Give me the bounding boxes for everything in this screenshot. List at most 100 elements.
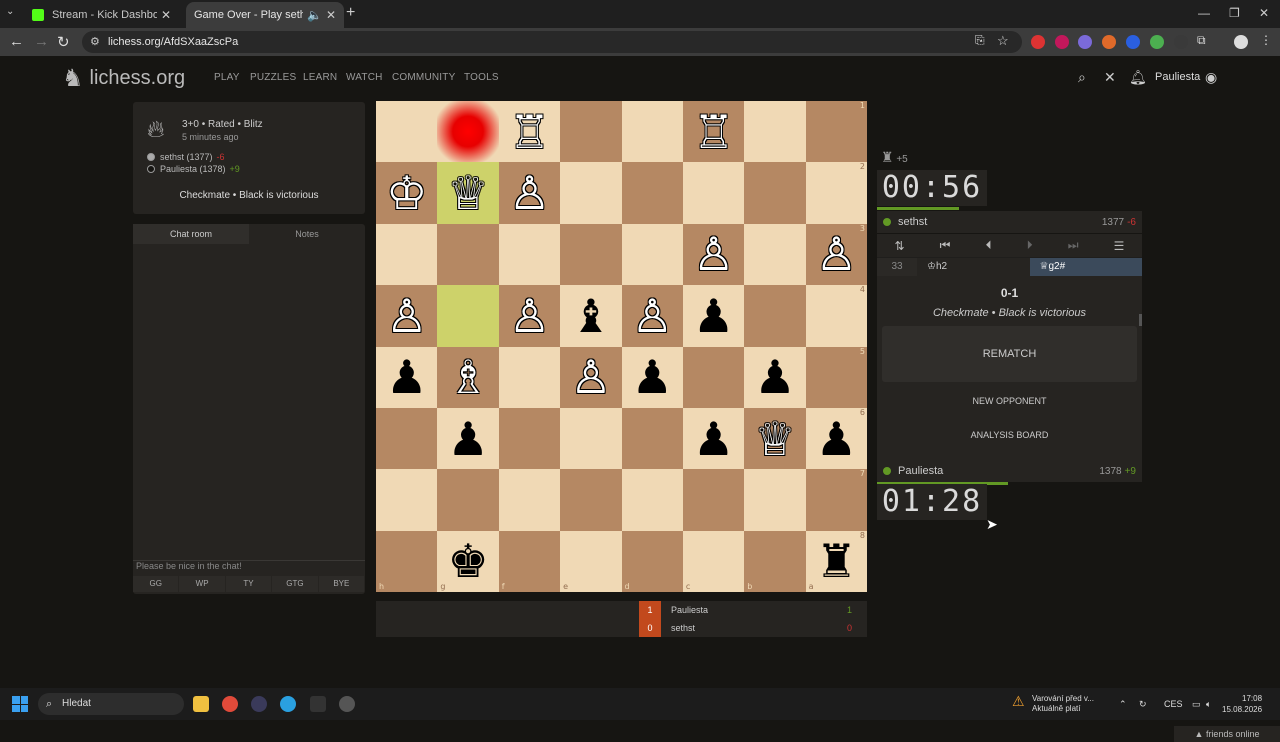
- square-h6[interactable]: [376, 407, 438, 470]
- square-f8[interactable]: f: [498, 530, 561, 592]
- telegram-icon[interactable]: [280, 696, 296, 712]
- square-d4[interactable]: ♙: [621, 285, 683, 347]
- square-g6[interactable]: ♟: [437, 407, 499, 470]
- quick-ty-button[interactable]: TY: [225, 576, 272, 592]
- user-menu[interactable]: Pauliesta: [1155, 71, 1200, 83]
- chess-piece[interactable]: ♕: [447, 170, 488, 216]
- square-f7[interactable]: [498, 469, 561, 531]
- close-tab-icon[interactable]: ✕: [161, 8, 171, 22]
- square-e4[interactable]: ♝: [560, 285, 622, 347]
- square-a2[interactable]: 2: [805, 162, 867, 224]
- quick-gtg-button[interactable]: GTG: [272, 576, 318, 592]
- square-g3[interactable]: [437, 223, 499, 286]
- extension-icon[interactable]: [1126, 35, 1140, 49]
- square-b1[interactable]: [744, 101, 806, 163]
- tab-chat-room[interactable]: Chat room: [133, 224, 249, 244]
- square-c6[interactable]: ♟: [682, 407, 745, 470]
- system-clock[interactable]: 17:08 15.08.2026: [1222, 693, 1262, 715]
- chess-piece[interactable]: ♟: [816, 416, 857, 462]
- square-f1[interactable]: ♖: [498, 101, 561, 163]
- chess-piece[interactable]: ♗: [447, 354, 488, 400]
- chess-piece[interactable]: ♙: [816, 231, 857, 277]
- square-a7[interactable]: 7: [805, 469, 867, 531]
- square-c3[interactable]: ♙: [682, 223, 745, 286]
- windows-start-icon[interactable]: [12, 696, 28, 712]
- chess-piece[interactable]: ♟: [386, 354, 427, 400]
- square-a1[interactable]: 1: [805, 101, 867, 163]
- extension-icon[interactable]: [1150, 35, 1164, 49]
- square-h1[interactable]: [376, 101, 438, 163]
- quick-wp-button[interactable]: WP: [179, 576, 225, 592]
- square-b3[interactable]: [744, 223, 806, 286]
- square-e3[interactable]: [560, 223, 622, 286]
- move-white[interactable]: ♔h2: [917, 258, 1030, 276]
- prev-move-icon[interactable]: ⏴: [986, 238, 992, 253]
- chess-piece[interactable]: ♟: [693, 293, 734, 339]
- chess-piece[interactable]: ♟: [693, 416, 734, 462]
- flip-board-icon[interactable]: ⇅: [895, 239, 905, 253]
- square-e7[interactable]: [560, 469, 622, 531]
- chess-piece[interactable]: ♙: [509, 293, 550, 339]
- square-h7[interactable]: [376, 469, 438, 531]
- nav-learn[interactable]: LEARN: [303, 72, 337, 83]
- friends-online-button[interactable]: ▲ friends online: [1174, 726, 1280, 742]
- chessboard[interactable]: ♖ ♖ 1 ♔ ♕ ♙ 2 ♙ ♙ 3 ♙ ♙ ♝ ♙ ♟ 4 ♟ ♗ ♙ ♟ ♟ 5 ♟ ♟ ♕ ♟ 6 7 h ♚ g f e d c b ♜ 8 a: [376, 101, 867, 592]
- tab-lichess-game[interactable]: Game Over - Play sethst • lichess.org 🔈 …: [186, 2, 344, 28]
- square-c8[interactable]: c: [682, 530, 745, 592]
- move-list-scrollbar[interactable]: [1139, 314, 1142, 326]
- chess-piece[interactable]: ♙: [509, 170, 550, 216]
- rematch-button[interactable]: REMATCH: [882, 326, 1137, 382]
- extension-icon[interactable]: [1055, 35, 1069, 49]
- nav-puzzles[interactable]: PUZZLES: [250, 72, 296, 83]
- square-b8[interactable]: b: [744, 530, 806, 592]
- chess-piece[interactable]: ♖: [693, 109, 734, 155]
- square-h5[interactable]: ♟: [376, 346, 438, 408]
- profile-avatar[interactable]: [1234, 35, 1248, 49]
- close-window-icon[interactable]: ✕: [1259, 6, 1269, 20]
- square-g5[interactable]: ♗: [437, 346, 499, 408]
- square-d2[interactable]: [621, 162, 683, 224]
- square-g7[interactable]: [437, 469, 499, 531]
- tab-notes[interactable]: Notes: [249, 224, 365, 244]
- menu-hamburger-icon[interactable]: ☰: [1114, 239, 1125, 253]
- nav-tools[interactable]: TOOLS: [464, 72, 499, 83]
- square-a5[interactable]: 5: [805, 346, 867, 408]
- square-a3[interactable]: ♙ 3: [805, 223, 867, 286]
- reload-icon[interactable]: ↻: [57, 33, 70, 51]
- square-d7[interactable]: [621, 469, 683, 531]
- chess-piece[interactable]: ♙: [632, 293, 673, 339]
- square-c2[interactable]: [682, 162, 745, 224]
- site-info-icon[interactable]: ⚙: [90, 35, 100, 48]
- square-f5[interactable]: [498, 346, 561, 408]
- extension-icon[interactable]: [1174, 35, 1188, 49]
- extension-abp-icon[interactable]: [1031, 35, 1045, 49]
- square-c1[interactable]: ♖: [682, 101, 745, 163]
- bookmark-star-icon[interactable]: ☆: [997, 33, 1009, 49]
- square-g4[interactable]: [437, 285, 499, 347]
- square-h3[interactable]: [376, 223, 438, 286]
- minimize-icon[interactable]: —: [1198, 6, 1210, 20]
- square-h2[interactable]: ♔: [376, 162, 438, 224]
- square-g1[interactable]: [437, 101, 499, 163]
- square-e6[interactable]: [560, 407, 622, 470]
- network-icon[interactable]: ▭: [1192, 699, 1201, 710]
- square-d5[interactable]: ♟: [621, 346, 683, 408]
- chess-piece[interactable]: ♖: [509, 109, 550, 155]
- quick-bye-button[interactable]: BYE: [318, 576, 365, 592]
- cast-icon[interactable]: ⎘: [975, 33, 985, 48]
- square-b6[interactable]: ♕: [744, 407, 806, 470]
- square-e8[interactable]: e: [560, 530, 622, 592]
- square-h8[interactable]: h: [376, 530, 438, 592]
- chess-piece[interactable]: ♙: [693, 231, 734, 277]
- forward-icon[interactable]: →: [34, 33, 49, 50]
- back-icon[interactable]: ←: [9, 33, 24, 50]
- square-d3[interactable]: [621, 223, 683, 286]
- square-f4[interactable]: ♙: [498, 285, 561, 347]
- square-c5[interactable]: [682, 346, 745, 408]
- chat-input[interactable]: Please be nice in the chat!: [133, 560, 365, 574]
- extensions-puzzle-icon[interactable]: ⧉: [1197, 33, 1206, 48]
- bell-icon[interactable]: 🔔︎: [1129, 69, 1147, 86]
- close-tab-icon[interactable]: ✕: [326, 8, 336, 22]
- square-f6[interactable]: [498, 407, 561, 470]
- tray-sync-icon[interactable]: ↻: [1139, 699, 1147, 710]
